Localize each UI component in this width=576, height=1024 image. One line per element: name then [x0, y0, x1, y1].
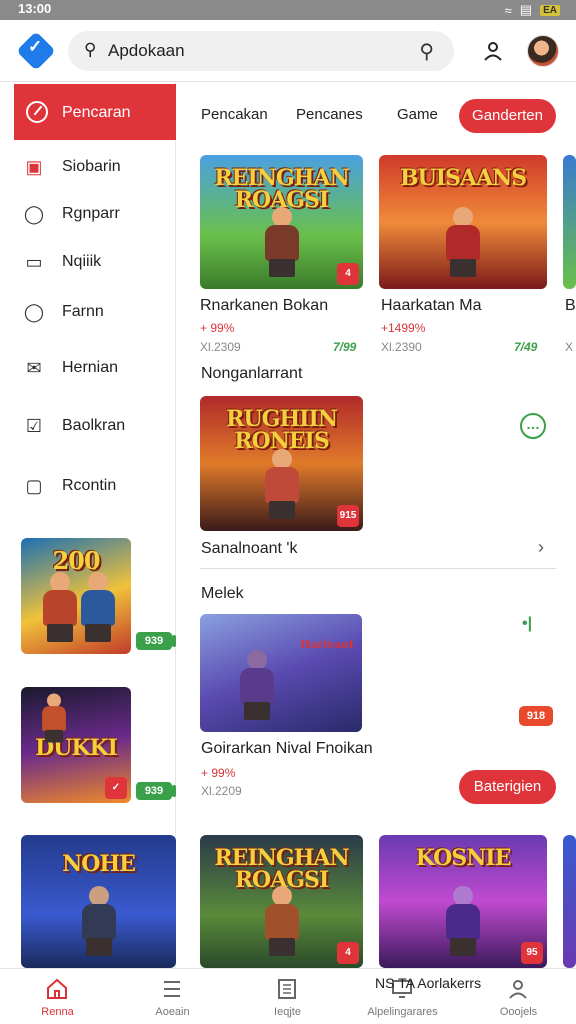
status-bar: 13:00 ≈ ▤ EA — [0, 0, 576, 20]
avatar[interactable] — [527, 35, 559, 67]
game-thumbnail[interactable]: RUGHIIN RONEIS 915 — [200, 396, 363, 531]
account-icon[interactable] — [482, 40, 504, 62]
game-title[interactable]: Goirarkan Nival Fnoikan — [201, 740, 373, 758]
game-thumbnail[interactable] — [563, 835, 576, 968]
document-icon — [278, 979, 296, 999]
game-title[interactable]: Rnarkanen Bokan — [200, 297, 328, 315]
price-badge: 939 — [136, 782, 172, 800]
rating: +1499% — [381, 321, 426, 335]
chat-icon[interactable]: … — [520, 413, 546, 439]
tab[interactable]: Pencakan — [201, 106, 268, 123]
status-badge: ✓ — [105, 777, 127, 799]
nav-label: Alpelingarares — [367, 1006, 438, 1018]
sidebar-item[interactable]: ◯ Farnn — [22, 297, 172, 327]
game-thumbnail[interactable]: BUISAANS — [379, 155, 547, 289]
sidebar-item-label: Farnn — [62, 303, 104, 320]
status-badge: 915 — [337, 505, 359, 527]
price: Xl.2209 — [201, 784, 242, 798]
chat-icon: ◯ — [23, 204, 45, 224]
tab-bar: Pencakan Pencanes Game Ganderten — [176, 82, 576, 148]
rating: + 99% — [201, 766, 236, 780]
home-icon — [47, 978, 67, 999]
divider — [200, 568, 556, 569]
sidebar-item[interactable]: ☑ Baolkran — [22, 411, 172, 441]
score: 7/49 — [514, 340, 538, 354]
game-title[interactable]: Haarkatan Ma — [381, 297, 482, 315]
sidebar-item-label: Siobarin — [62, 158, 121, 175]
tab-active[interactable]: Ganderten — [459, 99, 556, 133]
status-badge: 918 — [519, 706, 553, 726]
price: Xl.2309 — [200, 340, 241, 354]
nav-overlay-label: NS TA Aorlakerrs — [375, 975, 482, 991]
action-button[interactable]: Baterigien — [459, 770, 556, 804]
sidebar-item-label: Rcontin — [62, 477, 117, 494]
image-icon: ▣ — [25, 157, 43, 177]
game-thumbnail[interactable] — [563, 155, 576, 289]
section-title: Melek — [201, 585, 244, 602]
status-badge: 4 — [337, 263, 359, 285]
mail-icon: ✉ — [26, 358, 42, 378]
sidebar-item[interactable]: ▭ Nqiiik — [22, 247, 172, 277]
sidebar-item-label: Baolkran — [62, 417, 126, 434]
section-title: Nonganlarrant — [201, 365, 303, 382]
score: 7/99 — [333, 340, 357, 354]
signal-icon: •| — [522, 615, 533, 632]
search-bar[interactable]: ⚲ Apdokaan ⚲ — [68, 31, 454, 71]
sidebar-item[interactable]: ◯ Rgnparr — [22, 199, 172, 229]
row-label[interactable]: Sanalnoant 'k — [201, 540, 297, 558]
game-thumbnail[interactable]: NOHE — [21, 835, 176, 968]
document-icon: ▭ — [25, 252, 43, 272]
battery-icon: EA — [540, 4, 560, 16]
clock: 13:00 — [18, 1, 52, 16]
search-icon: ⚲ — [84, 40, 97, 59]
person-icon — [509, 980, 527, 999]
game-title[interactable]: B — [565, 297, 576, 315]
sidebar-item-active[interactable]: Pencaran — [14, 84, 176, 140]
game-thumbnail[interactable]: KOSNIE 95 — [379, 835, 547, 968]
sidebar-item-label: Hernian — [62, 359, 119, 376]
search-input[interactable]: Apdokaan — [108, 41, 185, 61]
price-badge: 939 — [136, 632, 172, 650]
check-icon: ✓ — [28, 37, 43, 56]
sidebar-item[interactable]: ✉ Hernian — [22, 353, 172, 383]
nav-label: Ieqjte — [274, 1006, 301, 1018]
sidebar-item-label: Rgnparr — [62, 205, 120, 222]
game-thumbnail[interactable]: 200 — [21, 538, 131, 654]
sidebar-item[interactable]: ▢ Rcontin — [22, 471, 172, 501]
game-thumbnail[interactable]: REINGHAN ROAGSI 4 — [200, 155, 363, 289]
person-icon: ◯ — [23, 302, 45, 322]
nav-label: Renna — [41, 1006, 74, 1018]
nav-label: Aoeain — [155, 1006, 190, 1018]
compass-icon — [26, 101, 48, 123]
nav-item[interactable]: Aoeain — [115, 969, 230, 1024]
game-thumbnail[interactable]: DUKKI ✓ — [21, 687, 131, 803]
status-badge: 4 — [337, 942, 359, 964]
game-thumbnail[interactable]: Harleaot — [200, 614, 362, 732]
tab[interactable]: Game — [397, 106, 438, 123]
list-icon — [164, 981, 180, 997]
price: Xl.2390 — [381, 340, 422, 354]
sidebar-item[interactable]: ▣ Siobarin — [22, 152, 172, 182]
check-icon: ☑ — [25, 416, 43, 436]
search-submit-icon[interactable]: ⚲ — [419, 39, 434, 64]
nav-item-home[interactable]: Renna — [0, 969, 115, 1024]
square-icon: ▢ — [25, 476, 43, 496]
price: X — [565, 340, 574, 354]
game-thumbnail[interactable]: REINGHAN ROAGSI 4 — [200, 835, 363, 968]
rating: + 99% — [200, 321, 235, 335]
top-bar: ✓ ⚲ Apdokaan ⚲ — [0, 20, 576, 82]
status-badge: 95 — [521, 942, 543, 964]
nav-label: Ooojels — [499, 1006, 538, 1018]
nav-item[interactable]: Ieqjte — [230, 969, 345, 1024]
chevron-right-icon[interactable]: › — [538, 537, 544, 558]
wifi-icon: ≈ — [504, 2, 512, 18]
sidebar: Pencaran ▣ Siobarin ◯ Rgnparr ▭ Nqiiik ◯… — [0, 82, 176, 968]
sidebar-item-label: Pencaran — [62, 104, 131, 121]
sidebar-item-label: Nqiiik — [62, 253, 102, 270]
signal-icon: ▤ — [519, 2, 533, 17]
tab[interactable]: Pencanes — [296, 106, 363, 123]
bottom-nav: Renna Aoeain Ieqjte Alpelingarares Oooje… — [0, 968, 576, 1024]
